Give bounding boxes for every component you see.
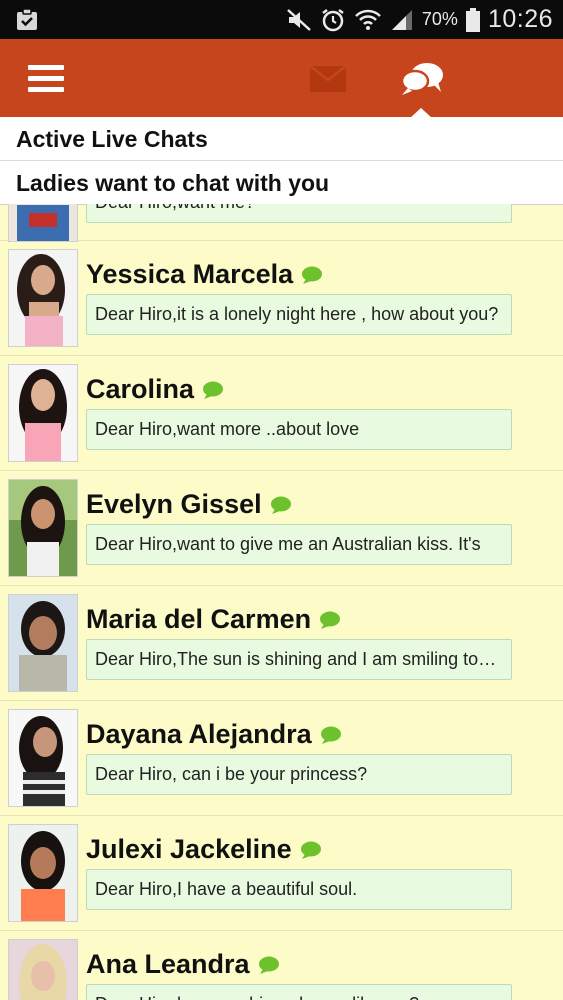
clock: 10:26 <box>487 5 553 33</box>
avatar <box>8 594 78 692</box>
contact-name: Yessica Marcela <box>86 259 294 289</box>
contact-name: Julexi Jackeline <box>86 834 292 864</box>
message-preview[interactable]: Dear Hiro,want more ..about love <box>86 409 512 450</box>
online-chat-icon <box>320 611 341 629</box>
list-item[interactable]: Julexi Jackeline Dear Hiro,I have a beau… <box>0 816 563 931</box>
contact-name: Evelyn Gissel <box>86 489 262 519</box>
online-chat-icon <box>320 726 341 744</box>
avatar <box>8 939 78 1000</box>
list-item[interactable]: Carolina Dear Hiro,want more ..about lov… <box>0 356 563 471</box>
contact-name: Carolina <box>86 374 195 404</box>
battery-icon <box>465 7 480 32</box>
online-chat-icon <box>258 956 279 974</box>
chat-list[interactable]: Dear Hiro,want me? Yessica Marcela Dear … <box>0 204 563 1000</box>
contact-name: Dayana Alejandra <box>86 719 312 749</box>
message-preview[interactable]: Dear Hiro,The sun is shining and I am sm… <box>86 639 512 680</box>
avatar <box>8 364 78 462</box>
contact-name: Maria del Carmen <box>86 604 312 634</box>
message-preview[interactable]: Dear Hiro,want to give me an Australian … <box>86 524 512 565</box>
clipboard-check-icon <box>17 8 37 30</box>
online-chat-icon <box>302 266 323 284</box>
list-item[interactable]: Evelyn Gissel Dear Hiro,want to give me … <box>0 471 563 586</box>
message-preview[interactable]: Dear Hiro,I have a beautiful soul. <box>86 869 512 910</box>
alarm-icon <box>322 8 344 31</box>
contact-name: Ana Leandra <box>86 949 250 979</box>
online-chat-icon <box>270 496 291 514</box>
status-bar: 70% 10:26 <box>0 0 563 39</box>
section-title: Active Live Chats <box>16 126 208 152</box>
mail-icon[interactable] <box>310 66 346 92</box>
online-chat-icon <box>203 381 224 399</box>
section-title: Ladies want to chat with you <box>16 170 330 196</box>
list-item-partial[interactable]: Dear Hiro,want me? <box>0 204 563 242</box>
section-ladies-want-to-chat[interactable]: Ladies want to chat with you <box>0 161 563 205</box>
list-item[interactable]: Maria del Carmen Dear Hiro,The sun is sh… <box>0 586 563 701</box>
app-bar <box>0 39 563 117</box>
signal-icon <box>391 9 412 30</box>
mute-icon <box>287 8 311 31</box>
chat-icon[interactable] <box>400 62 444 96</box>
avatar <box>8 479 78 577</box>
avatar <box>8 709 78 807</box>
wifi-icon <box>355 9 381 30</box>
message-preview[interactable]: Dear Hiro,it is a lonely night here , ho… <box>86 294 512 335</box>
message-preview[interactable]: Dear Hiro,hey sunshine, do you like me? <box>86 984 512 1000</box>
battery-percent: 70% <box>421 9 458 29</box>
avatar <box>8 249 78 347</box>
section-active-live-chats[interactable]: Active Live Chats <box>0 117 563 161</box>
avatar <box>8 204 78 242</box>
menu-icon[interactable] <box>28 65 64 93</box>
avatar <box>8 824 78 922</box>
message-preview[interactable]: Dear Hiro,want me? <box>86 204 512 223</box>
message-preview[interactable]: Dear Hiro, can i be your princess? <box>86 754 512 795</box>
list-item[interactable]: Dayana Alejandra Dear Hiro, can i be you… <box>0 701 563 816</box>
list-item[interactable]: Ana Leandra Dear Hiro,hey sunshine, do y… <box>0 931 563 1000</box>
online-chat-icon <box>300 841 321 859</box>
list-item[interactable]: Yessica Marcela Dear Hiro,it is a lonely… <box>0 241 563 356</box>
